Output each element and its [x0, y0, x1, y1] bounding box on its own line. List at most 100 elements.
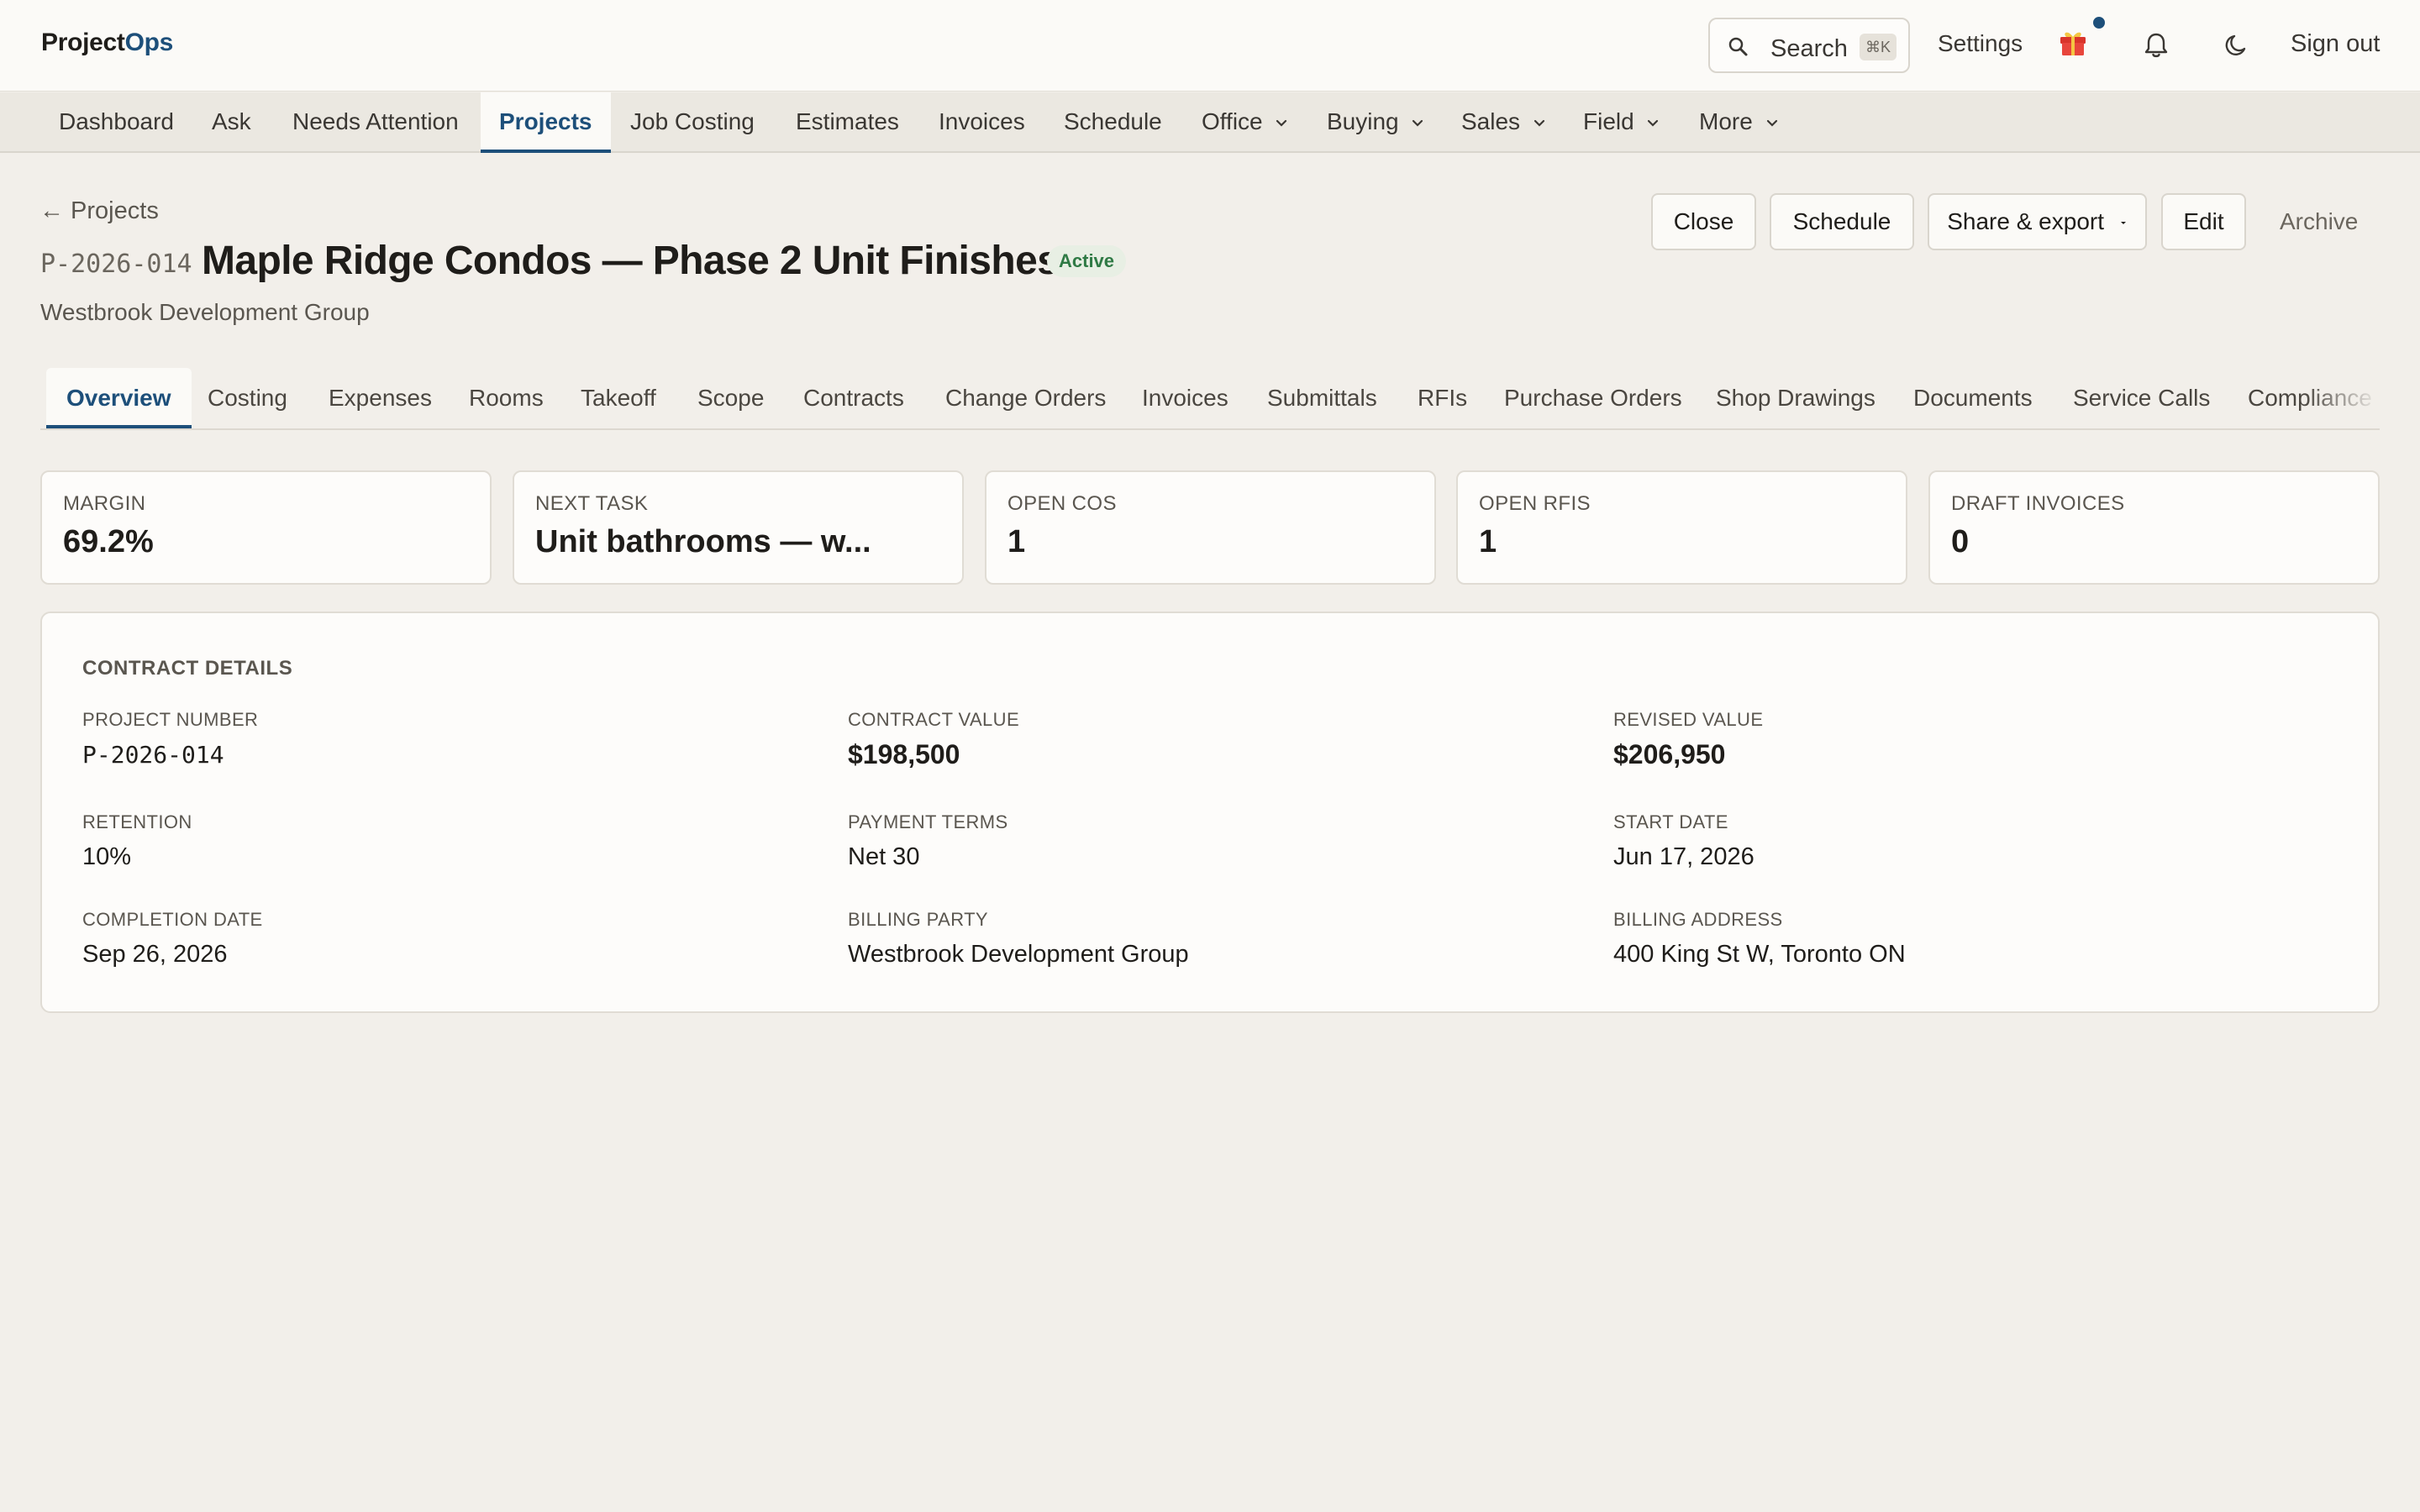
kpi-label: DRAFT INVOICES	[1951, 492, 2125, 515]
payment-terms-value: Net 30	[848, 843, 920, 870]
field-label: REVISED VALUE	[1613, 709, 1764, 730]
edit-button[interactable]: Edit	[2161, 193, 2246, 250]
search-button[interactable]: Search ⌘K	[1708, 18, 1910, 73]
nav-buying-menu[interactable]: Buying	[1308, 92, 1442, 153]
nav-invoices[interactable]: Invoices	[920, 92, 1044, 153]
tab-contracts[interactable]: Contracts	[803, 368, 904, 428]
field-label: RETENTION	[82, 811, 192, 832]
nav-buying-label: Buying	[1327, 108, 1399, 134]
nav-ask[interactable]: Ask	[193, 92, 270, 153]
chevron-down-icon	[1534, 119, 1544, 127]
tabs-overflow-fade	[2304, 368, 2380, 428]
field-label: CONTRACT VALUE	[848, 709, 1020, 730]
nav-projects[interactable]: Projects	[481, 92, 611, 153]
tab-service-calls[interactable]: Service Calls	[2073, 368, 2210, 428]
kpi-card-open-cos[interactable]: OPEN COS 1	[985, 470, 1436, 585]
kpi-value: 1	[1007, 524, 1026, 559]
kpi-label: OPEN RFIS	[1479, 492, 1591, 515]
whats-new-button[interactable]	[2057, 14, 2107, 58]
bell-icon[interactable]	[2141, 30, 2171, 60]
search-shortcut-badge: ⌘K	[1860, 34, 1897, 60]
tab-documents[interactable]: Documents	[1913, 368, 2033, 428]
nav-more-menu[interactable]: More	[1681, 92, 1797, 153]
settings-link[interactable]: Settings	[1938, 30, 2023, 57]
contract-details-card: CONTRACT DETAILS PROJECT NUMBER P-2026-0…	[40, 612, 2380, 1013]
nav-sales-label: Sales	[1461, 108, 1521, 134]
close-button[interactable]: Close	[1651, 193, 1756, 250]
kpi-card-next-task[interactable]: NEXT TASK Unit bathrooms — w...	[513, 470, 964, 585]
share-export-label: Share & export	[1947, 208, 2104, 234]
chevron-down-icon	[1413, 119, 1423, 127]
nav-sales-menu[interactable]: Sales	[1443, 92, 1564, 153]
nav-job-costing[interactable]: Job Costing	[612, 92, 773, 153]
nav-office-menu[interactable]: Office	[1183, 92, 1306, 153]
app-logo[interactable]: ProjectOps	[41, 29, 173, 57]
retention-value: 10%	[82, 843, 132, 870]
chevron-down-icon	[1276, 119, 1287, 127]
kpi-card-draft-invoices[interactable]: DRAFT INVOICES 0	[1928, 470, 2380, 585]
caret-down-icon	[2120, 221, 2126, 224]
archive-button[interactable]: Archive	[2280, 208, 2358, 235]
nav-needs-attention[interactable]: Needs Attention	[274, 92, 477, 153]
revised-value: $206,950	[1613, 739, 1726, 769]
tab-rooms[interactable]: Rooms	[469, 368, 544, 428]
field-label: BILLING PARTY	[848, 909, 988, 930]
sign-out-link[interactable]: Sign out	[2291, 30, 2380, 58]
schedule-button[interactable]: Schedule	[1770, 193, 1914, 250]
tab-costing[interactable]: Costing	[208, 368, 287, 428]
kpi-label: MARGIN	[63, 492, 146, 515]
field-label: BILLING ADDRESS	[1613, 909, 1783, 930]
nav-schedule[interactable]: Schedule	[1045, 92, 1181, 153]
kpi-card-margin: MARGIN 69.2%	[40, 470, 492, 585]
project-tabs: Overview Costing Expenses Rooms Takeoff …	[40, 368, 2380, 430]
field-label: PROJECT NUMBER	[82, 709, 259, 730]
field-label: PAYMENT TERMS	[848, 811, 1008, 832]
tab-purchase-orders[interactable]: Purchase Orders	[1504, 368, 1682, 428]
tab-invoices[interactable]: Invoices	[1142, 368, 1228, 428]
nav-office-label: Office	[1202, 108, 1263, 134]
nav-field-label: Field	[1583, 108, 1634, 134]
search-icon	[1728, 37, 1748, 56]
logo-text-project: Project	[41, 29, 125, 56]
nav-estimates[interactable]: Estimates	[777, 92, 918, 153]
tab-overview[interactable]: Overview	[46, 368, 192, 428]
status-badge: Active	[1047, 245, 1127, 277]
tab-shop-drawings[interactable]: Shop Drawings	[1716, 368, 1876, 428]
field-label: START DATE	[1613, 811, 1728, 832]
moon-icon[interactable]	[2223, 31, 2251, 60]
back-to-projects-link[interactable]: ← Projects	[39, 197, 159, 225]
section-title: CONTRACT DETAILS	[82, 657, 293, 680]
field-label: COMPLETION DATE	[82, 909, 263, 930]
share-export-button[interactable]: Share & export	[1928, 193, 2147, 250]
kpi-value: 1	[1479, 524, 1497, 559]
project-number-value: P-2026-014	[82, 741, 224, 769]
project-number: P-2026-014	[40, 249, 192, 279]
notification-dot	[2091, 14, 2107, 31]
nav-dashboard[interactable]: Dashboard	[40, 92, 192, 153]
tab-submittals[interactable]: Submittals	[1267, 368, 1377, 428]
client-name: Westbrook Development Group	[40, 299, 370, 325]
kpi-value: 0	[1951, 524, 1970, 559]
billing-party-value: Westbrook Development Group	[848, 941, 1189, 968]
search-label: Search	[1770, 35, 1848, 62]
logo-text-ops: Ops	[124, 29, 174, 56]
chevron-down-icon	[1766, 119, 1777, 127]
kpi-value: 69.2%	[63, 524, 154, 559]
nav-field-menu[interactable]: Field	[1565, 92, 1677, 153]
gift-icon	[2060, 32, 2086, 55]
page-title: Maple Ridge Condos — Phase 2 Unit Finish…	[202, 239, 1060, 283]
tab-expenses[interactable]: Expenses	[329, 368, 432, 428]
start-date-value: Jun 17, 2026	[1613, 843, 1754, 870]
completion-date-value: Sep 26, 2026	[82, 941, 228, 968]
main-nav: Dashboard Ask Needs Attention Projects J…	[0, 92, 2420, 153]
kpi-label: OPEN COS	[1007, 492, 1117, 515]
kpi-card-open-rfis[interactable]: OPEN RFIS 1	[1456, 470, 1907, 585]
tab-scope[interactable]: Scope	[697, 368, 764, 428]
nav-more-label: More	[1699, 108, 1753, 134]
kpi-value: Unit bathrooms — w...	[535, 524, 871, 559]
tab-change-orders[interactable]: Change Orders	[945, 368, 1106, 428]
top-bar: ProjectOps Search ⌘K Settings Sign out	[0, 0, 2420, 92]
billing-address-value: 400 King St W, Toronto ON	[1613, 941, 1906, 968]
tab-takeoff[interactable]: Takeoff	[581, 368, 656, 428]
tab-rfis[interactable]: RFIs	[1418, 368, 1467, 428]
